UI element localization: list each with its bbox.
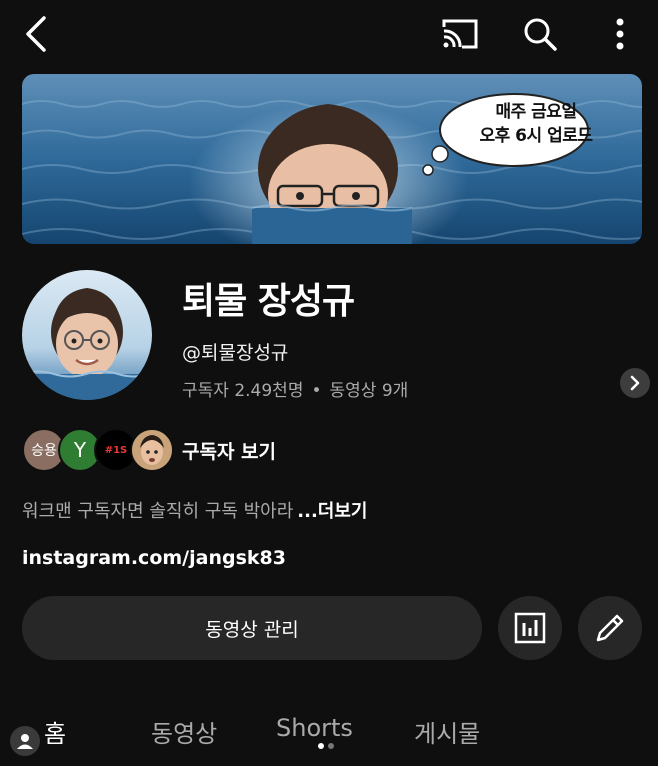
profile-icon[interactable] — [10, 726, 40, 756]
channel-banner: 매주 금요일 오후 6시 업로드 — [22, 74, 642, 244]
bubble-line-2: 오후 6시 업로드 — [479, 126, 593, 146]
view-subscribers-label: 구독자 보기 — [182, 441, 277, 463]
analytics-button[interactable] — [498, 596, 562, 660]
channel-description[interactable]: 워크맨 구독자면 솔직히 구독 박아라 ...더보기 — [22, 497, 368, 523]
subscriber-avatar — [130, 428, 174, 472]
view-subscribers-row[interactable]: 승용 Y #1S 구독자 보기 — [22, 428, 422, 472]
tab-videos[interactable]: 동영상 — [151, 714, 217, 749]
page-dot-active — [318, 743, 324, 749]
description-text: 워크맨 구독자면 솔직히 구독 박아라 — [22, 501, 294, 522]
more-vertical-icon[interactable] — [598, 12, 642, 56]
manage-videos-button[interactable]: 동영상 관리 — [22, 596, 482, 660]
subscriber-count: 구독자 2.49천명 — [182, 381, 304, 401]
tab-home[interactable]: 홈 — [44, 714, 66, 749]
search-icon[interactable] — [518, 12, 562, 56]
channel-external-link[interactable]: instagram.com/jangsk83 — [22, 547, 286, 569]
tab-posts[interactable]: 게시물 — [414, 714, 480, 749]
back-arrow-icon[interactable] — [14, 12, 58, 56]
channel-details-button[interactable] — [620, 368, 650, 398]
channel-avatar[interactable] — [22, 270, 152, 400]
stats-separator: • — [311, 381, 322, 401]
channel-stats: 구독자 2.49천명 • 동영상 9개 — [182, 376, 408, 401]
banner-bubble-text: 매주 금요일 오후 6시 업로드 — [462, 100, 610, 148]
description-more-link[interactable]: ...더보기 — [297, 501, 367, 522]
tab-shorts[interactable]: Shorts — [276, 714, 353, 742]
page-dot — [328, 743, 334, 749]
edit-pencil-icon — [596, 614, 624, 642]
bubble-line-1: 매주 금요일 — [495, 102, 577, 122]
page-indicator — [316, 743, 340, 751]
chevron-right-icon — [630, 375, 640, 391]
video-count: 동영상 9개 — [329, 381, 409, 401]
top-app-bar — [0, 0, 658, 70]
channel-handle: @퇴물장성규 — [182, 342, 289, 364]
edit-channel-button[interactable] — [578, 596, 642, 660]
analytics-icon — [514, 612, 546, 644]
channel-name: 퇴물 장성규 — [182, 281, 355, 322]
cast-icon[interactable] — [438, 12, 482, 56]
